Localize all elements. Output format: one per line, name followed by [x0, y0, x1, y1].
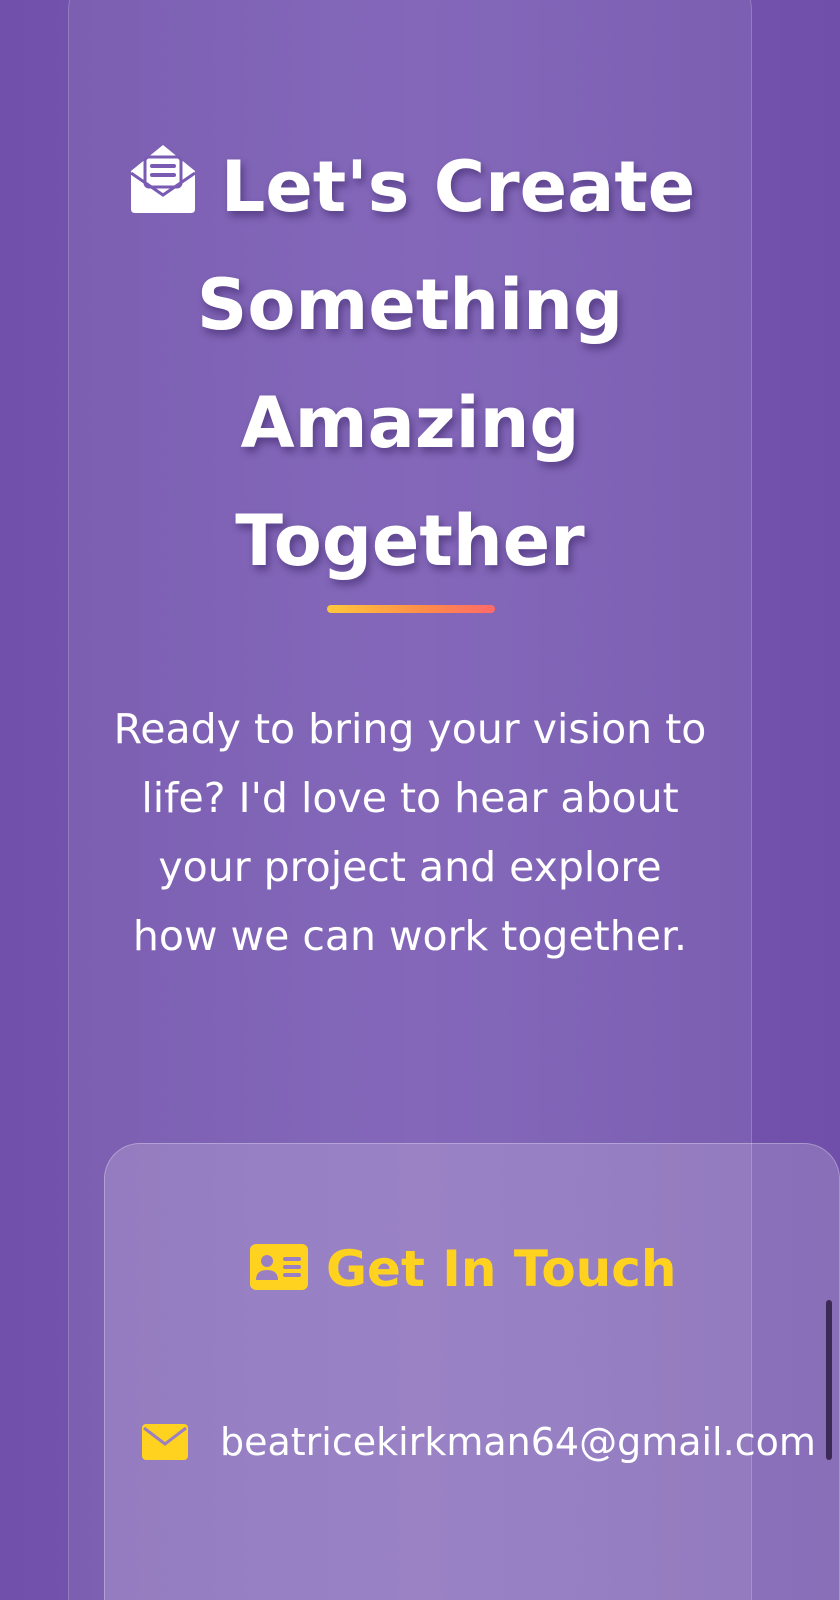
- email-link[interactable]: beatricekirkman64@gmail.com: [220, 1420, 816, 1464]
- address-card-icon: [250, 1244, 308, 1290]
- hero-description: Ready to bring your vision to life? I'd …: [113, 705, 707, 960]
- scrollbar-thumb[interactable]: [826, 1300, 832, 1460]
- contact-info-card: [104, 1143, 840, 1600]
- hero-title-block: Let's Create Something Amazing Together: [68, 128, 752, 600]
- envelope-icon: [142, 1424, 188, 1460]
- contact-heading: Get In Touch: [326, 1240, 677, 1298]
- email-row: beatricekirkman64@gmail.com: [142, 1412, 816, 1472]
- title-underline: [327, 605, 495, 613]
- contact-heading-block: Get In Touch: [250, 1234, 677, 1304]
- hero-title: Let's Create Something Amazing Together: [196, 146, 696, 582]
- envelope-open-text-icon: [129, 145, 196, 213]
